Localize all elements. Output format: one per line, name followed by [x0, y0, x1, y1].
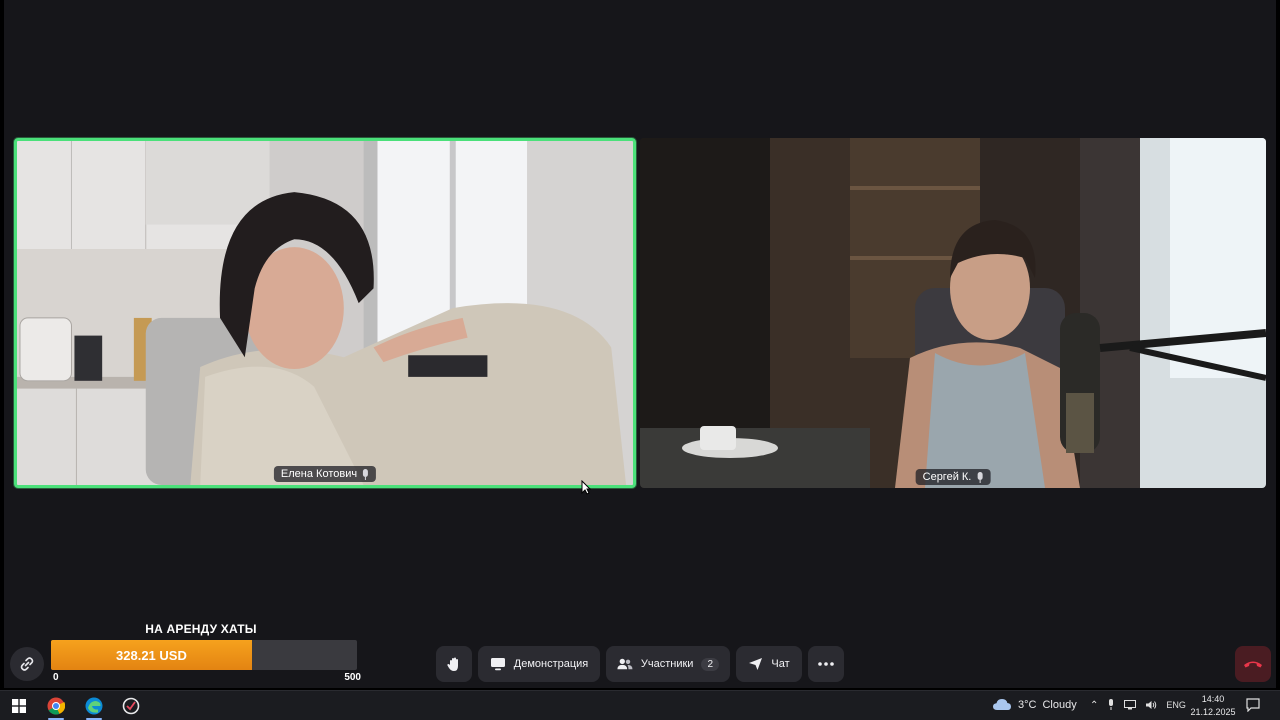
taskbar-edge[interactable] [83, 695, 105, 717]
weather-widget[interactable]: 3°C Cloudy [992, 698, 1077, 711]
recording-app-icon [122, 697, 140, 715]
video-feed-elena [17, 141, 633, 485]
cloud-icon [993, 699, 1011, 710]
taskbar-app[interactable] [120, 695, 142, 717]
clock-time: 14:40 [1201, 694, 1225, 704]
goal-max-label: 500 [344, 672, 361, 683]
notification-icon [1246, 698, 1260, 713]
clock-date: 21.12.2025 [1190, 707, 1236, 717]
microphone-icon [362, 468, 369, 480]
participant-name-tag: Елена Котович [273, 466, 377, 482]
notifications-button[interactable] [1246, 698, 1260, 717]
participants-button[interactable]: Участники 2 [606, 646, 730, 682]
participant-name: Сергей К. [922, 471, 972, 483]
network-icon[interactable] [1124, 700, 1137, 710]
goal-progress-bar: 328.21 USD [51, 640, 357, 670]
microphone-icon [976, 471, 983, 483]
video-feed-sergey [640, 138, 1266, 488]
microphone-tray-icon[interactable] [1107, 699, 1115, 711]
phone-hangup-icon [1244, 661, 1262, 668]
link-icon [20, 657, 34, 671]
screen-share-button[interactable]: Демонстрация [478, 646, 600, 682]
donation-goal-widget: НА АРЕНДУ ХАТЫ 328.21 USD 0 500 [51, 622, 361, 684]
os-taskbar: 3°C Cloudy ⌃ ENG 14:40 21.12.2025 [0, 690, 1280, 720]
chat-button[interactable]: Чат [736, 646, 802, 682]
weather-temperature: 3°C [1018, 698, 1037, 711]
participant-name: Елена Котович [280, 468, 358, 480]
screen-share-label: Демонстрация [513, 658, 589, 670]
video-tile-elena[interactable]: Елена Котович [14, 138, 636, 488]
participant-name-tag: Сергей К. [915, 469, 991, 485]
screen-share-icon [490, 658, 505, 671]
weather-condition: Cloudy [1042, 698, 1077, 711]
hand-icon [447, 657, 458, 671]
chevron-up-icon[interactable]: ⌃ [1090, 700, 1098, 711]
edge-icon [85, 697, 103, 715]
participants-label: Участники [640, 658, 694, 670]
more-options-button[interactable] [808, 646, 844, 682]
more-dots-icon [818, 662, 834, 666]
taskbar-clock[interactable]: 14:40 21.12.2025 [1190, 693, 1236, 719]
conference-app: Елена Котович Сергей К. НА АРЕНДУ ХАТЫ 3… [4, 0, 1276, 688]
language-indicator[interactable]: ENG [1166, 700, 1186, 710]
goal-min-label: 0 [53, 672, 59, 683]
goal-title: НА АРЕНДУ ХАТЫ [145, 622, 257, 636]
video-tile-sergey[interactable]: Сергей К. [640, 138, 1266, 488]
taskbar-chrome[interactable] [45, 695, 67, 717]
hang-up-button[interactable] [1235, 646, 1271, 682]
send-arrow-icon [749, 658, 763, 670]
volume-icon[interactable] [1145, 700, 1157, 710]
windows-logo-icon [12, 699, 26, 713]
goal-scale: 0 500 [51, 670, 361, 684]
participants-count-badge: 2 [701, 657, 719, 671]
raise-hand-button[interactable] [436, 646, 472, 682]
system-tray: ⌃ ENG [1090, 699, 1186, 711]
mouse-cursor-icon [581, 479, 592, 500]
chrome-icon [47, 697, 65, 715]
participants-icon [617, 658, 633, 670]
windows-start-button[interactable] [8, 695, 30, 717]
goal-amount: 328.21 USD [116, 647, 187, 663]
chat-label: Чат [771, 658, 790, 670]
copy-link-button[interactable] [10, 647, 44, 681]
